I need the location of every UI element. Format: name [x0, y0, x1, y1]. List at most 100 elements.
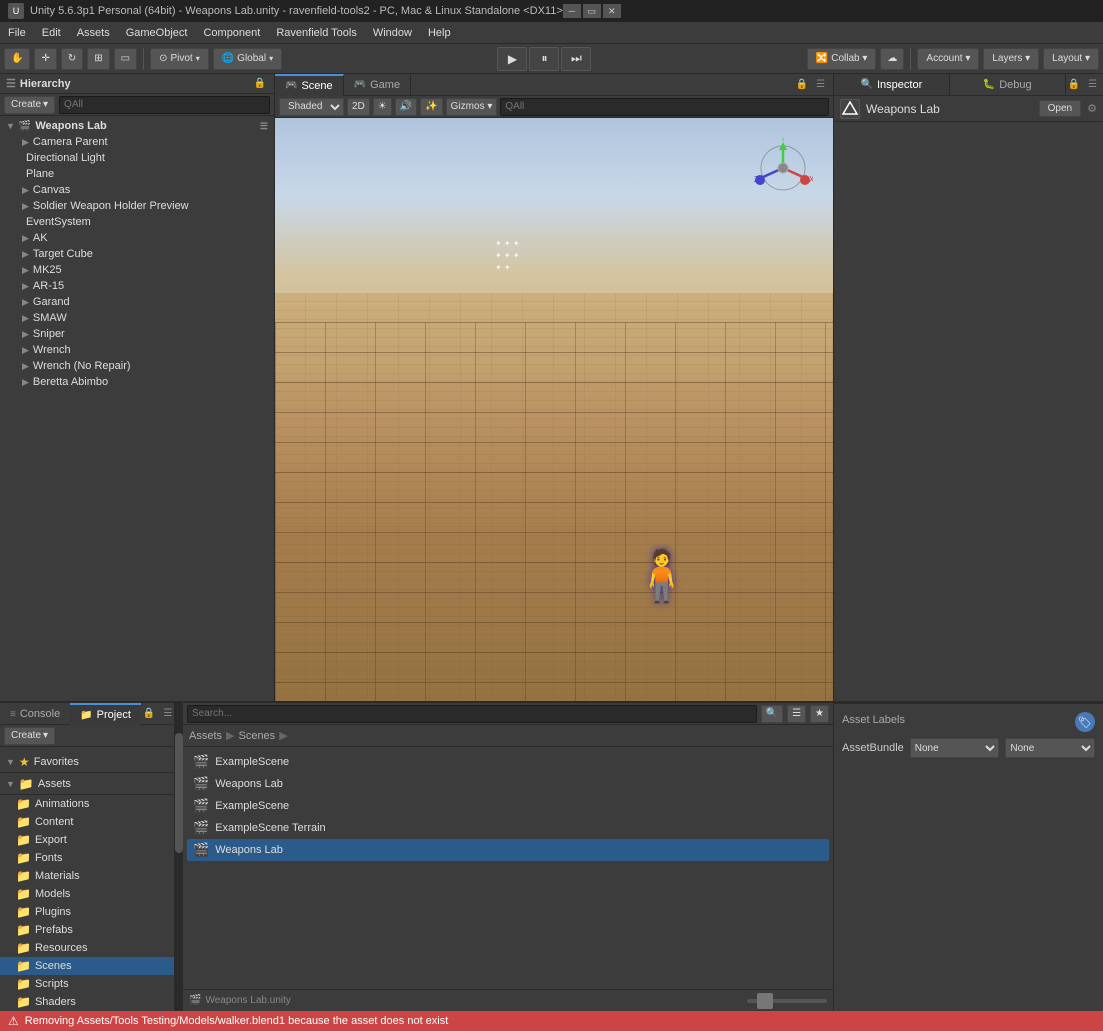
rotate-tool-button[interactable]: ↻ — [61, 48, 83, 70]
file-item-example-scene-2[interactable]: 🎬 ExampleScene — [187, 795, 829, 817]
cloud-button[interactable]: ☁ — [880, 48, 904, 70]
tab-inspector[interactable]: 🔍 Inspector — [834, 74, 950, 95]
rect-tool-button[interactable]: ▭ — [114, 48, 137, 70]
inspector-open-button[interactable]: Open — [1039, 100, 1081, 117]
scene-viewport[interactable]: Y X Z 🧍 — [275, 118, 833, 701]
hierarchy-item-garand[interactable]: ▶ Garand — [0, 294, 274, 310]
menu-gameobject[interactable]: GameObject — [118, 22, 196, 44]
menu-file[interactable]: File — [0, 22, 34, 44]
layout-dropdown[interactable]: Layout ▾ — [1043, 48, 1099, 70]
hierarchy-item-wrench[interactable]: ▶ Wrench — [0, 342, 274, 358]
hierarchy-item-beretta[interactable]: ▶ Beretta Abimbo — [0, 374, 274, 390]
folder-scripts[interactable]: 📁 Scripts — [0, 975, 174, 993]
file-item-weapons-lab-2[interactable]: 🎬 Weapons Lab — [187, 839, 829, 861]
move-tool-button[interactable]: ✛ — [34, 48, 56, 70]
folder-models[interactable]: 📁 Models — [0, 885, 174, 903]
left-panel-scrollbar[interactable] — [175, 703, 183, 1011]
folder-materials[interactable]: 📁 Materials — [0, 867, 174, 885]
scene-search-input[interactable] — [500, 98, 829, 116]
menu-ravenfield[interactable]: Ravenfield Tools — [268, 22, 365, 44]
pivot-dropdown[interactable]: ⊙ Pivot ▾ — [150, 48, 209, 70]
hierarchy-item-canvas[interactable]: ▶ Canvas — [0, 182, 274, 198]
hierarchy-item-directional-light[interactable]: Directional Light — [0, 150, 274, 166]
play-button[interactable]: ▶ — [497, 47, 527, 71]
zoom-slider-track[interactable] — [747, 999, 827, 1003]
collab-dropdown[interactable]: 🔀 Collab ▾ — [807, 48, 877, 70]
folder-plugins[interactable]: 📁 Plugins — [0, 903, 174, 921]
folder-export[interactable]: 📁 Export — [0, 831, 174, 849]
project-search-input[interactable] — [187, 705, 757, 723]
minimize-button[interactable]: ─ — [563, 4, 581, 18]
global-dropdown[interactable]: 🌐 Global ▾ — [213, 48, 282, 70]
account-dropdown[interactable]: Account ▾ — [917, 48, 979, 70]
hierarchy-create-button[interactable]: Create ▾ — [4, 96, 55, 114]
project-create-button[interactable]: Create ▾ — [4, 727, 55, 745]
layers-dropdown[interactable]: Layers ▾ — [983, 48, 1039, 70]
tab-game[interactable]: 🎮 Game — [344, 74, 411, 96]
menu-component[interactable]: Component — [195, 22, 268, 44]
tab-scene[interactable]: 🎮 Scene — [275, 74, 344, 96]
hierarchy-item-wrench-no-repair[interactable]: ▶ Wrench (No Repair) — [0, 358, 274, 374]
star-filter-button[interactable]: ★ — [810, 705, 829, 723]
menu-edit[interactable]: Edit — [34, 22, 69, 44]
hierarchy-item-mk25[interactable]: ▶ MK25 — [0, 262, 274, 278]
close-button[interactable]: ✕ — [603, 4, 621, 18]
scene-lock-icon[interactable]: 🔒 — [794, 79, 810, 90]
gizmos-dropdown[interactable]: Gizmos ▾ — [446, 98, 498, 116]
menu-window[interactable]: Window — [365, 22, 420, 44]
maximize-button[interactable]: ▭ — [583, 4, 601, 18]
hierarchy-item-soldier-preview[interactable]: ▶ Soldier Weapon Holder Preview — [0, 198, 274, 214]
hierarchy-item-plane[interactable]: Plane — [0, 166, 274, 182]
scale-tool-button[interactable]: ⊞ — [87, 48, 109, 70]
menu-help[interactable]: Help — [420, 22, 459, 44]
asset-bundle-select-1[interactable]: None — [910, 738, 1000, 758]
folder-shaders[interactable]: 📁 Shaders — [0, 993, 174, 1011]
zoom-slider-thumb[interactable] — [757, 993, 773, 1009]
hierarchy-item-ak[interactable]: ▶ AK — [0, 230, 274, 246]
inspector-lock-icon[interactable]: 🔒 — [1066, 79, 1082, 90]
2d-toggle[interactable]: 2D — [347, 98, 370, 116]
effects-toggle[interactable]: ✨ — [420, 98, 442, 116]
file-item-example-scene-1[interactable]: 🎬 ExampleScene — [187, 751, 829, 773]
folder-prefabs[interactable]: 📁 Prefabs — [0, 921, 174, 939]
hierarchy-item-camera-parent[interactable]: ▶ Camera Parent — [0, 134, 274, 150]
scene-menu-icon[interactable]: ☰ — [814, 79, 827, 90]
search-icon-button[interactable]: 🔍 — [761, 705, 783, 723]
shading-select[interactable]: Shaded — [279, 98, 344, 116]
tab-project[interactable]: 📁 Project — [70, 703, 141, 725]
hierarchy-lock-icon[interactable]: 🔒 — [252, 78, 268, 89]
favorites-header[interactable]: ▼ ★ Favorites — [0, 751, 174, 773]
assets-section-header[interactable]: ▼ 📁 Assets — [0, 773, 174, 795]
hierarchy-item-ar15[interactable]: ▶ AR-15 — [0, 278, 274, 294]
hierarchy-item-smaw[interactable]: ▶ SMAW — [0, 310, 274, 326]
filter-button[interactable]: ☰ — [787, 705, 806, 723]
project-menu-icon[interactable]: ☰ — [161, 708, 174, 719]
asset-bundle-select-2[interactable]: None — [1005, 738, 1095, 758]
pause-button[interactable]: ⏸ — [529, 47, 559, 71]
folder-content[interactable]: 📁 Content — [0, 813, 174, 831]
tab-debug[interactable]: 🐛 Debug — [950, 74, 1066, 95]
project-lock-icon[interactable]: 🔒 — [141, 708, 157, 719]
hierarchy-item-sniper[interactable]: ▶ Sniper — [0, 326, 274, 342]
file-item-weapons-lab-1[interactable]: 🎬 Weapons Lab — [187, 773, 829, 795]
hand-tool-button[interactable]: ✋ — [4, 48, 30, 70]
hierarchy-item-targetcube[interactable]: ▶ Target Cube — [0, 246, 274, 262]
breadcrumb-scenes[interactable]: Scenes — [238, 730, 275, 742]
breadcrumb-assets[interactable]: Assets — [189, 730, 222, 742]
folder-scenes[interactable]: 📁 Scenes — [0, 957, 174, 975]
folder-resources[interactable]: 📁 Resources — [0, 939, 174, 957]
folder-fonts[interactable]: 📁 Fonts — [0, 849, 174, 867]
folder-animations[interactable]: 📁 Animations — [0, 795, 174, 813]
menu-assets[interactable]: Assets — [69, 22, 118, 44]
step-button[interactable]: ⏭ — [561, 47, 591, 71]
inspector-gear-icon[interactable]: ⚙ — [1087, 102, 1097, 115]
hierarchy-item-weapons-lab[interactable]: ▼ 🎬 Weapons Lab ☰ — [0, 118, 274, 134]
hierarchy-item-eventsystem[interactable]: EventSystem — [0, 214, 274, 230]
lighting-toggle[interactable]: ☀ — [373, 98, 392, 116]
inspector-menu-icon[interactable]: ☰ — [1086, 79, 1099, 90]
add-label-button[interactable]: 🏷 — [1075, 712, 1095, 732]
audio-toggle[interactable]: 🔊 — [395, 98, 417, 116]
file-item-example-terrain[interactable]: 🎬 ExampleScene Terrain — [187, 817, 829, 839]
tab-console[interactable]: ≡ Console — [0, 703, 70, 725]
hierarchy-search-input[interactable] — [59, 96, 270, 114]
